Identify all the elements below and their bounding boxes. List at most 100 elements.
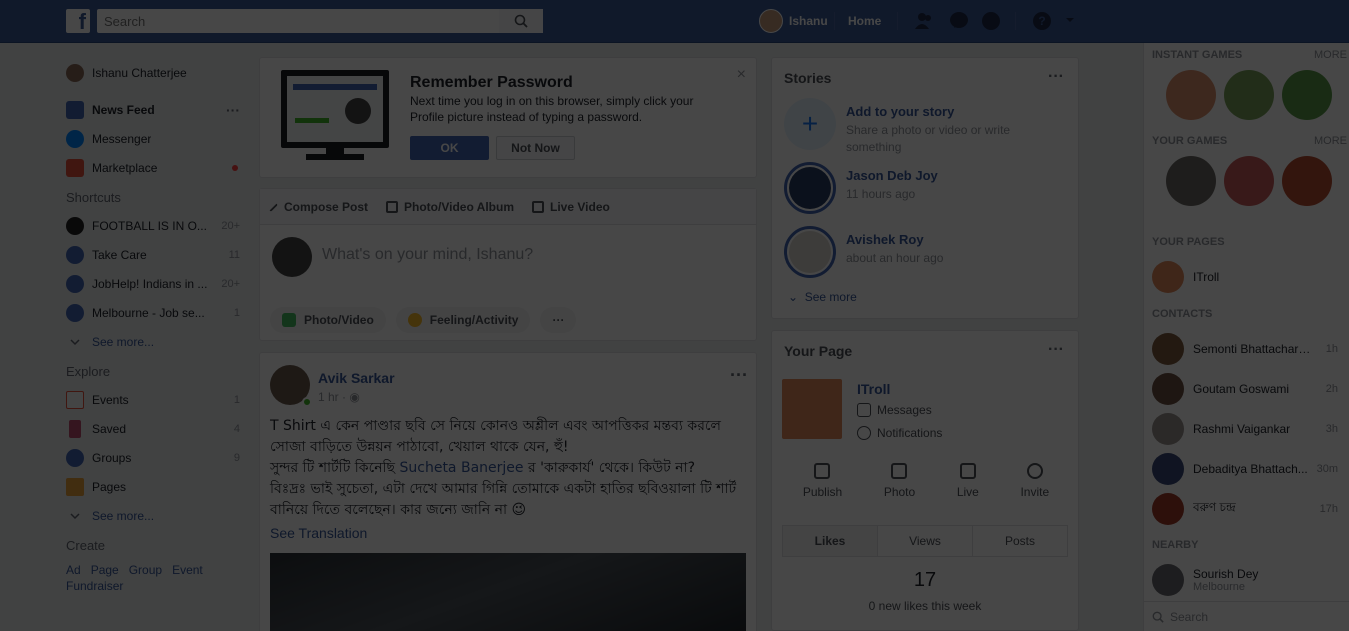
sidebar-item-shortcut[interactable]: FOOTBALL IS IN O... 20+: [66, 211, 246, 240]
more-options-button[interactable]: ···: [1048, 68, 1064, 86]
publish-button[interactable]: Publish: [803, 463, 842, 499]
add-story[interactable]: + Add to your story Share a photo or vid…: [784, 98, 1046, 156]
create-page-link[interactable]: Page: [91, 563, 119, 577]
your-games-more-link[interactable]: MORE: [1314, 135, 1347, 147]
more-options-button[interactable]: ···: [730, 365, 748, 386]
tab-photo-video-album[interactable]: Photo/Video Album: [386, 200, 514, 214]
post-image[interactable]: [270, 553, 746, 631]
tagged-user-link[interactable]: Sucheta Banerjee: [400, 460, 524, 476]
see-more-shortcuts[interactable]: See more...: [66, 327, 246, 356]
svg-text:?: ?: [1038, 14, 1045, 28]
page-messages-link[interactable]: Messages: [857, 403, 932, 417]
tab-label: Compose Post: [284, 199, 369, 214]
ok-button[interactable]: OK: [410, 136, 489, 160]
status-input[interactable]: What's on your mind, Ishanu?: [322, 246, 533, 264]
tab-posts[interactable]: Posts: [972, 526, 1067, 556]
post-line: T Shirt এ কেন পাণ্ডার ছবি সে নিয়ে কোনও …: [270, 418, 721, 455]
post-line: বিঃদ্রঃ ভাই সুচেতা, এটা দেখে আমার গিন্নি…: [270, 481, 737, 518]
story-item[interactable]: Jason Deb Joy 11 hours ago: [784, 162, 1046, 214]
search-icon: [514, 14, 528, 28]
more-options-button[interactable]: ···: [226, 102, 240, 118]
game-thumbnail[interactable]: [1166, 70, 1216, 120]
sidebar-item-news-feed[interactable]: News Feed ···: [66, 95, 246, 124]
contact-item[interactable]: Debaditya Bhattach... 30m: [1152, 451, 1348, 487]
likes-subtext: 0 new likes this week: [868, 599, 982, 613]
avatar: [789, 167, 831, 209]
live-button[interactable]: Live: [957, 463, 979, 499]
tab-views[interactable]: Views: [877, 526, 972, 556]
page-thumbnail[interactable]: [782, 379, 842, 439]
remember-password-title: Remember Password: [410, 74, 573, 91]
home-link[interactable]: Home: [848, 14, 881, 28]
post-timestamp[interactable]: 1 hr · ◉: [318, 390, 360, 404]
contact-item[interactable]: Semonti Bhattacharyya 1h: [1152, 331, 1348, 367]
game-thumbnail[interactable]: [1224, 70, 1274, 120]
game-thumbnail[interactable]: [1166, 156, 1216, 206]
football-icon: [66, 216, 84, 235]
tab-likes[interactable]: Likes: [783, 526, 877, 556]
facebook-logo[interactable]: f: [66, 9, 90, 34]
game-thumbnail[interactable]: [1282, 156, 1332, 206]
search-button[interactable]: [499, 9, 543, 33]
friend-requests-icon[interactable]: [913, 10, 935, 32]
contact-name: Goutam Goswami: [1193, 382, 1290, 396]
story-item[interactable]: Avishek Roy about an hour ago: [784, 226, 1046, 278]
see-translation-link[interactable]: See Translation: [270, 525, 367, 541]
close-icon[interactable]: ×: [737, 66, 746, 84]
more-options-button[interactable]: ···: [1048, 341, 1064, 359]
sidebar-item-pages[interactable]: Pages: [66, 472, 246, 501]
page-item[interactable]: ITroll: [1152, 259, 1348, 295]
sidebar-item-shortcut[interactable]: JobHelp! Indians in ... 20+: [66, 269, 246, 298]
sidebar-item-shortcut[interactable]: Take Care 11: [66, 240, 246, 269]
more-options-button[interactable]: ···: [540, 307, 577, 333]
tab-compose-post[interactable]: Compose Post: [268, 200, 368, 214]
tab-live-video[interactable]: Live Video: [532, 200, 610, 214]
page-name[interactable]: ITroll: [857, 381, 890, 397]
sidebar-item-label: Take Care: [92, 247, 147, 262]
search-input[interactable]: [97, 9, 497, 33]
contact-name: Rashmi Vaigankar: [1193, 422, 1291, 436]
not-now-button[interactable]: Not Now: [496, 136, 575, 160]
help-icon[interactable]: ?: [1031, 10, 1053, 32]
invite-button[interactable]: Invite: [1020, 463, 1049, 499]
profile-link[interactable]: Ishanu: [759, 9, 828, 33]
post-author[interactable]: Avik Sarkar: [318, 370, 395, 386]
game-thumbnail[interactable]: [1224, 156, 1274, 206]
sidebar-item-profile[interactable]: Ishanu Chatterjee: [66, 58, 246, 87]
avatar: [759, 9, 783, 33]
messenger-icon[interactable]: [948, 10, 970, 32]
create-ad-link[interactable]: Ad: [66, 563, 81, 577]
sidebar-item-groups[interactable]: Groups 9: [66, 443, 246, 472]
nearby-contact-item[interactable]: Sourish Dey Melbourne: [1152, 562, 1348, 598]
contact-item[interactable]: Goutam Goswami 2h: [1152, 371, 1348, 407]
photo-button[interactable]: Photo: [884, 463, 915, 499]
badge-count: 11: [228, 248, 240, 261]
feeling-activity-button[interactable]: Feeling/Activity: [395, 307, 531, 333]
contact-item[interactable]: Rashmi Vaigankar 3h: [1152, 411, 1348, 447]
sidebar-item-events[interactable]: Events 1: [66, 385, 246, 414]
sidebar-item-marketplace[interactable]: Marketplace: [66, 153, 246, 182]
page-stats-tabs: Likes Views Posts: [782, 525, 1068, 557]
sidebar-item-shortcut[interactable]: Melbourne - Job se... 1: [66, 298, 246, 327]
see-more-explore[interactable]: See more...: [66, 501, 246, 530]
photo-video-button[interactable]: Photo/Video: [270, 307, 386, 333]
create-event-link[interactable]: Event: [172, 563, 203, 577]
chevron-down-icon[interactable]: [1064, 14, 1076, 26]
see-more-stories-link[interactable]: ⌄ See more: [788, 290, 857, 304]
create-group-link[interactable]: Group: [129, 563, 162, 577]
story-time: about an hour ago: [846, 251, 944, 265]
instant-games-header: Instant Games: [1152, 49, 1243, 61]
page-notifications-link[interactable]: Notifications: [857, 426, 942, 440]
online-status-indicator: [302, 397, 312, 407]
last-active-time: 3h: [1325, 423, 1338, 435]
game-thumbnail[interactable]: [1282, 70, 1332, 120]
sidebar-item-saved[interactable]: Saved 4: [66, 414, 246, 443]
left-navigation: Ishanu Chatterjee News Feed ··· Messenge…: [66, 58, 246, 593]
chat-search-bar[interactable]: Search: [1144, 601, 1349, 631]
notifications-icon[interactable]: [980, 10, 1002, 32]
create-fundraiser-link[interactable]: Fundraiser: [66, 579, 123, 593]
instant-games-more-link[interactable]: MORE: [1314, 49, 1347, 61]
sidebar-item-messenger[interactable]: Messenger: [66, 124, 246, 153]
contact-item[interactable]: বরুণ চন্দ্র 17h: [1152, 491, 1348, 527]
album-icon: [386, 200, 399, 213]
